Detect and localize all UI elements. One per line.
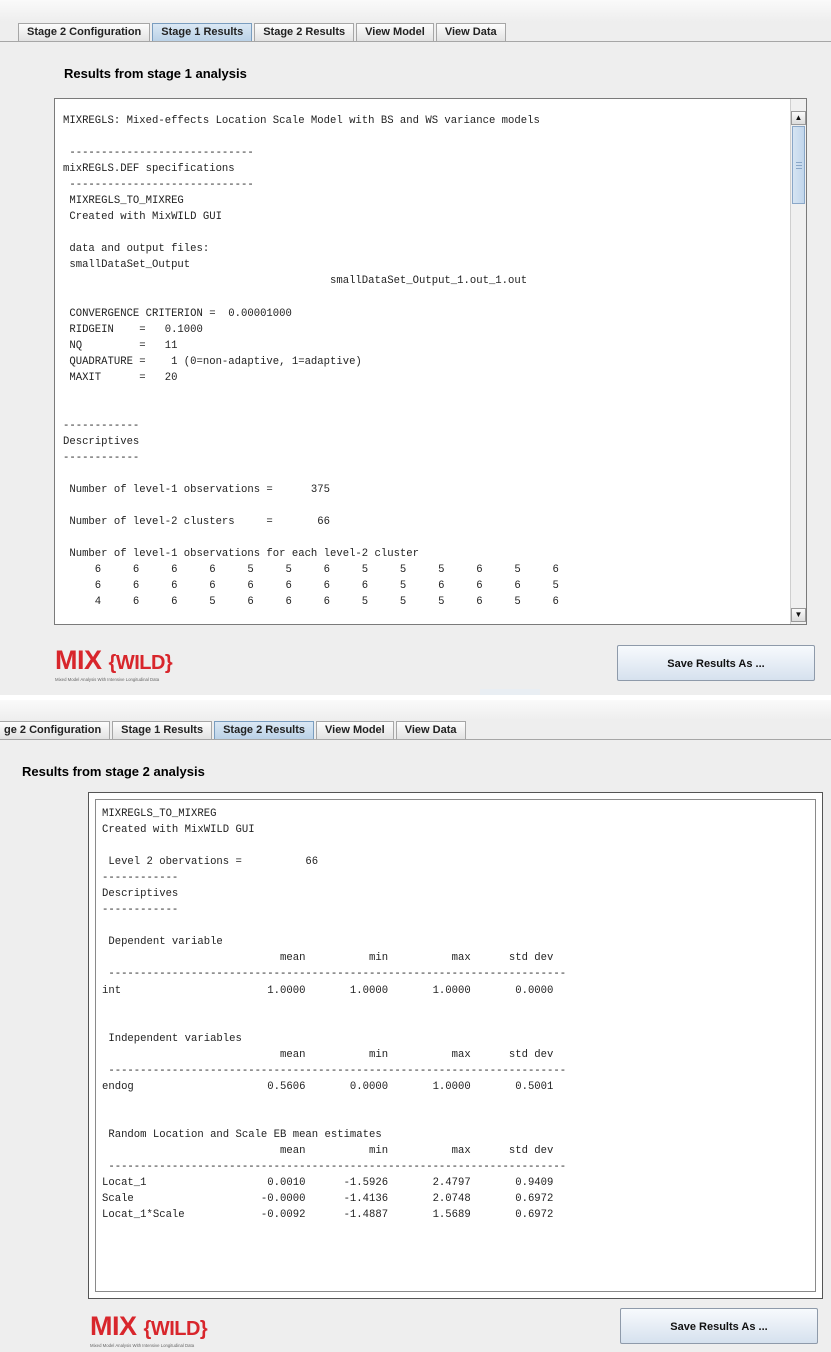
tab-view-data[interactable]: View Data xyxy=(395,721,466,739)
tab-stage2-results[interactable]: Stage 2 Results xyxy=(254,23,355,41)
page-title: Results from stage 1 analysis xyxy=(64,66,247,81)
tab-stage1-results[interactable]: Stage 1 Results xyxy=(112,721,213,739)
background-artifact xyxy=(480,689,540,695)
results-output-text: MIXREGLS_TO_MIXREG Created with MixWILD … xyxy=(102,808,567,1222)
results-text-area[interactable]: MIXREGLS_TO_MIXREG Created with MixWILD … xyxy=(88,792,823,1299)
logo-wordmark: MIX {WILD} xyxy=(55,645,173,675)
mixwild-logo: MIX {WILD} Mixed Model Analysis With Int… xyxy=(55,645,173,683)
tab-bar: ge 2 Configuration Stage 1 Results Stage… xyxy=(0,721,468,740)
tab-stage1-results[interactable]: Stage 1 Results xyxy=(152,23,253,42)
tab-stage2-results[interactable]: Stage 2 Results xyxy=(214,721,315,740)
tab-divider xyxy=(0,41,831,42)
tab-view-data[interactable]: View Data xyxy=(435,23,506,41)
page-title: Results from stage 2 analysis xyxy=(22,764,205,779)
tab-view-model[interactable]: View Model xyxy=(356,23,434,41)
results-inner-frame: MIXREGLS_TO_MIXREG Created with MixWILD … xyxy=(95,799,816,1292)
logo-wordmark: MIX {WILD} xyxy=(90,1311,208,1341)
stage1-results-panel: Stage 2 Configuration Stage 1 Results St… xyxy=(0,0,831,695)
tab-bar: Stage 2 Configuration Stage 1 Results St… xyxy=(18,23,508,42)
vertical-scrollbar[interactable]: ▲ ▼ xyxy=(790,99,806,624)
tab-divider xyxy=(0,739,831,740)
scrollbar-thumb[interactable] xyxy=(792,126,805,204)
logo-subtitle: Mixed Model Analysis With Intensive Long… xyxy=(55,677,160,682)
mixwild-logo: MIX {WILD} Mixed Model Analysis With Int… xyxy=(90,1311,208,1349)
stage2-results-panel: ge 2 Configuration Stage 1 Results Stage… xyxy=(0,700,831,1352)
arrow-up-icon[interactable]: ▲ xyxy=(791,111,806,125)
save-results-button[interactable]: Save Results As ... xyxy=(620,1308,818,1344)
top-strip xyxy=(0,0,831,22)
logo-subtitle: Mixed Model Analysis With Intensive Long… xyxy=(90,1343,195,1348)
tab-view-model[interactable]: View Model xyxy=(316,721,394,739)
tab-stage2-configuration[interactable]: ge 2 Configuration xyxy=(0,721,111,739)
tab-stage2-configuration[interactable]: Stage 2 Configuration xyxy=(18,23,151,41)
results-text-area[interactable]: MIXREGLS: Mixed-effects Location Scale M… xyxy=(54,98,807,625)
save-results-button[interactable]: Save Results As ... xyxy=(617,645,815,681)
top-strip xyxy=(0,700,831,720)
arrow-down-icon[interactable]: ▼ xyxy=(791,608,806,622)
results-output-text: MIXREGLS: Mixed-effects Location Scale M… xyxy=(63,115,559,609)
